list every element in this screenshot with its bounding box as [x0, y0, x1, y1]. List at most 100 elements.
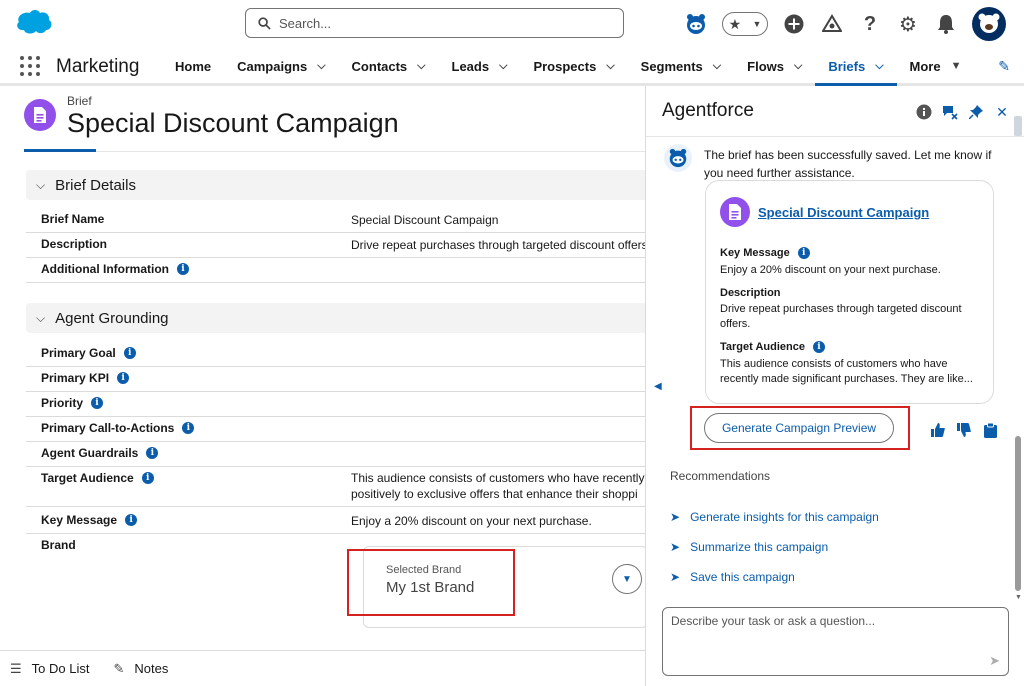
chevron-down-icon: ▼: [752, 19, 762, 29]
brief-card: Special Discount Campaign Key Message i E…: [705, 180, 994, 404]
help-icon[interactable]: ?: [858, 12, 882, 36]
notes-icon: ✎: [113, 660, 125, 676]
chevron-down-icon[interactable]: ⌵: [36, 178, 45, 193]
recommendations-heading: Recommendations: [670, 469, 771, 483]
agent-panel-title: Agentforce: [662, 100, 754, 121]
thumbs-down-icon[interactable]: [956, 422, 972, 438]
app-navigation: Marketing Home Campaigns ⌵ Contacts ⌵ Lead…: [0, 48, 1024, 86]
scrollbar-down-arrow[interactable]: ▼: [1015, 594, 1022, 601]
chevron-down-icon[interactable]: ⌵: [317, 60, 325, 73]
list-icon: ☰: [10, 660, 22, 676]
send-icon[interactable]: ➤: [989, 653, 1000, 669]
send-icon: ➤: [670, 510, 681, 524]
info-icon[interactable]: i: [797, 247, 810, 259]
caret-down-icon: ▼: [622, 573, 632, 585]
recommendation-generate-insights[interactable]: ➤ Generate insights for this campaign: [670, 510, 879, 524]
agent-icon[interactable]: [684, 12, 708, 36]
edit-nav-icon[interactable]: ✎: [998, 58, 1010, 75]
active-tab-indicator[interactable]: [24, 149, 96, 152]
field-primary-kpi: Primary KPI i: [26, 367, 648, 392]
setup-assistant-icon[interactable]: [820, 12, 844, 36]
agent-avatar: [664, 144, 692, 172]
nav-item-flows[interactable]: Flows ⌵: [734, 48, 815, 84]
agentforce-panel: Agentforce ✕ The brief has been successf…: [645, 86, 1024, 686]
todo-list-button[interactable]: ☰ To Do List: [10, 661, 89, 677]
favorites-icon[interactable]: ★ ▼: [722, 12, 768, 36]
info-icon[interactable]: i: [123, 347, 136, 359]
record-page: Brief Special Discount Campaign ⌵ Brief D…: [0, 86, 648, 650]
user-avatar[interactable]: [972, 7, 1006, 41]
info-icon[interactable]: i: [91, 397, 104, 409]
chevron-down-icon[interactable]: ⌵: [499, 60, 507, 73]
nav-item-home[interactable]: Home: [162, 48, 224, 84]
section-brief-details[interactable]: ⌵ Brief Details: [26, 170, 648, 200]
info-icon[interactable]: i: [141, 472, 154, 484]
send-icon: ➤: [670, 540, 681, 554]
add-icon[interactable]: [782, 12, 806, 36]
field-target-audience: Target Audience i This audience consists …: [26, 467, 648, 507]
caret-left-icon[interactable]: ◀: [654, 381, 662, 392]
salesforce-logo[interactable]: [14, 8, 54, 36]
nav-item-leads[interactable]: Leads ⌵: [439, 48, 521, 84]
highlight-box: [347, 549, 515, 616]
clear-chat-icon[interactable]: [942, 104, 958, 120]
field-priority: Priority i: [26, 392, 648, 417]
search-icon: [258, 16, 271, 30]
info-icon[interactable]: i: [117, 372, 130, 384]
caret-down-icon[interactable]: ▼: [951, 60, 962, 72]
info-icon[interactable]: i: [177, 263, 189, 275]
recommendation-summarize[interactable]: ➤ Summarize this campaign: [670, 540, 828, 554]
nav-item-briefs[interactable]: Briefs ⌵: [815, 48, 897, 86]
info-icon[interactable]: i: [812, 341, 825, 353]
field-primary-goal: Primary Goal i: [26, 342, 648, 367]
info-icon[interactable]: i: [146, 447, 159, 459]
search-input[interactable]: [279, 15, 599, 31]
utility-bar: ☰ To Do List ✎ Notes: [0, 650, 648, 686]
thumbs-up-icon[interactable]: [930, 422, 946, 438]
app-name: Marketing: [56, 56, 140, 77]
chevron-down-icon[interactable]: ⌵: [875, 60, 883, 73]
highlight-box: [690, 406, 910, 450]
chevron-down-icon[interactable]: ⌵: [713, 60, 721, 73]
tab-divider: [24, 151, 648, 152]
nav-item-prospects[interactable]: Prospects ⌵: [520, 48, 627, 84]
field-brief-name: Brief Name Special Discount Campaign: [26, 208, 648, 233]
nav-item-campaigns[interactable]: Campaigns ⌵: [224, 48, 338, 84]
pin-icon[interactable]: [968, 104, 984, 120]
brief-icon: [720, 197, 750, 227]
brief-link[interactable]: Special Discount Campaign: [758, 205, 929, 220]
bell-icon[interactable]: [934, 12, 958, 36]
brief-record-icon: [24, 99, 56, 131]
nav-item-more[interactable]: More ▼: [897, 48, 975, 84]
agent-composer[interactable]: ➤: [662, 607, 1009, 676]
info-icon[interactable]: i: [182, 422, 195, 434]
field-description: Description Drive repeat purchases throu…: [26, 233, 648, 258]
page-title: Special Discount Campaign: [67, 108, 399, 138]
chevron-down-icon[interactable]: ⌵: [794, 60, 802, 73]
recommendation-save[interactable]: ➤ Save this campaign: [670, 570, 795, 584]
scrollbar-thumb[interactable]: [1015, 436, 1021, 591]
clipboard-icon[interactable]: [982, 422, 998, 438]
send-icon: ➤: [670, 570, 681, 584]
section-agent-grounding[interactable]: ⌵ Agent Grounding: [26, 303, 648, 333]
nav-item-segments[interactable]: Segments ⌵: [628, 48, 734, 84]
chevron-down-icon[interactable]: ⌵: [36, 311, 45, 326]
gear-icon[interactable]: ⚙: [896, 12, 920, 36]
info-icon[interactable]: i: [125, 514, 138, 526]
brand-dropdown-button[interactable]: ▼: [612, 564, 642, 594]
chevron-down-icon[interactable]: ⌵: [417, 60, 425, 73]
star-icon: ★: [728, 15, 742, 32]
field-agent-guardrails: Agent Guardrails i: [26, 442, 648, 467]
scrollbar-up[interactable]: [1014, 116, 1022, 136]
agent-input[interactable]: [671, 614, 971, 654]
app-launcher-icon[interactable]: [20, 56, 40, 76]
info-icon[interactable]: [916, 104, 932, 120]
notes-button[interactable]: ✎ Notes: [113, 661, 168, 677]
field-key-message: Key Message i Enjoy a 20% discount on you…: [26, 509, 648, 534]
nav-item-contacts[interactable]: Contacts ⌵: [339, 48, 439, 84]
close-icon[interactable]: ✕: [994, 104, 1010, 120]
chevron-down-icon[interactable]: ⌵: [606, 60, 614, 73]
global-search[interactable]: [245, 8, 624, 38]
record-type: Brief: [67, 94, 92, 108]
global-header: ★ ▼ ? ⚙: [0, 0, 1024, 48]
